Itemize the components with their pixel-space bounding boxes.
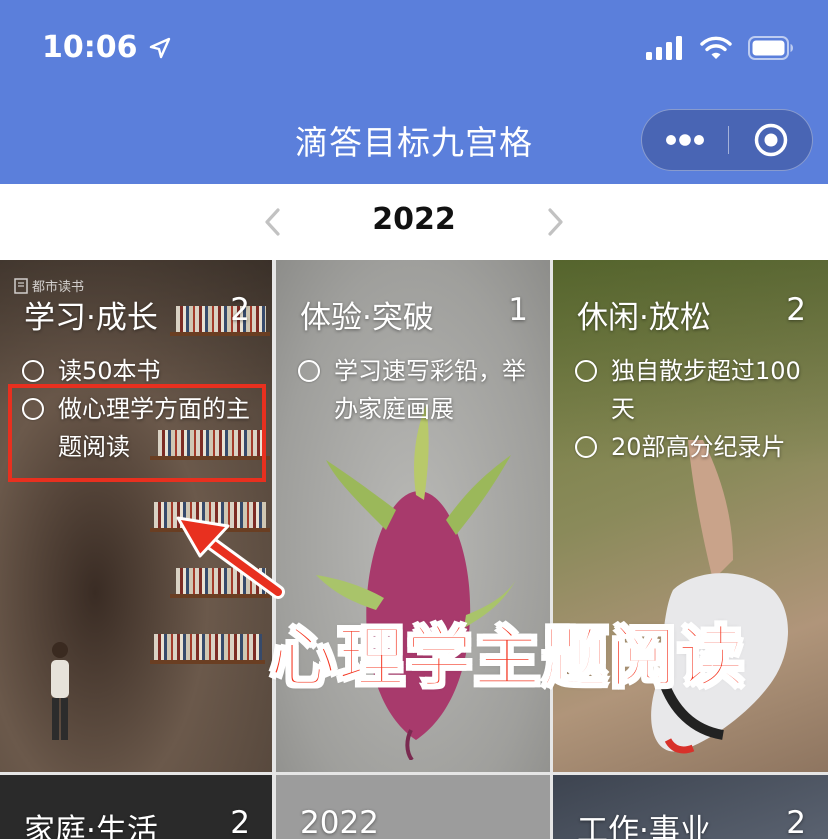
grid-cell-center-year[interactable]: 2022 — [276, 775, 550, 839]
time-label: 10:06 — [42, 30, 138, 65]
running-shoe-illustration — [651, 440, 788, 754]
wifi-icon — [700, 36, 732, 59]
center-year-label: 2022 — [300, 805, 379, 839]
dragon-fruit-illustration — [316, 405, 516, 760]
reader-figure-illustration — [51, 642, 69, 740]
goal-text: 读50本书 — [58, 357, 161, 385]
goal-count: 2 — [786, 805, 806, 839]
app-root: 10:06 滴答目标九宫格 2022 都市读书 学习·成长 2 读50本书 做心… — [0, 0, 828, 839]
grid-cell-family[interactable]: 家庭·生活 2 — [0, 775, 272, 839]
status-time: 10:06 — [42, 30, 172, 65]
goal-list: 读50本书 做心理学方面的主题阅读 — [22, 352, 262, 466]
target-circle-icon — [754, 123, 788, 157]
bookshelf-decoration — [170, 594, 270, 598]
grid-cell-career[interactable]: 工作·事业 2 — [553, 775, 828, 839]
goal-count: 2 — [230, 292, 250, 328]
year-selector: 2022 — [0, 184, 828, 260]
battery-icon — [748, 36, 793, 60]
cell-title: 家庭·生活 — [24, 813, 158, 839]
location-arrow-icon — [149, 37, 170, 58]
goal-item[interactable]: 做心理学方面的主题阅读 — [22, 390, 262, 466]
more-dots-icon — [666, 134, 704, 146]
books-decoration — [154, 502, 266, 528]
goal-item[interactable]: 独自散步超过100天 — [575, 352, 814, 428]
mini-program-capsule — [641, 109, 813, 171]
bookshelf-decoration — [170, 332, 270, 336]
goal-list: 独自散步超过100天 20部高分纪录片 — [575, 352, 814, 466]
grid-cell-learning[interactable]: 都市读书 学习·成长 2 读50本书 做心理学方面的主题阅读 — [0, 260, 272, 772]
goal-checkbox[interactable] — [575, 436, 597, 458]
goal-grid: 都市读书 学习·成长 2 读50本书 做心理学方面的主题阅读 体验·突破 1 学… — [0, 260, 828, 839]
chevron-right-icon — [548, 208, 563, 236]
cell-title: 学习·成长 — [24, 300, 158, 336]
goal-count: 2 — [786, 292, 806, 328]
goal-checkbox[interactable] — [22, 398, 44, 420]
current-year: 2022 — [372, 202, 456, 237]
goal-list: 学习速写彩铅，举办家庭画展 — [298, 352, 536, 428]
books-decoration — [176, 568, 266, 594]
goal-text: 学习速写彩铅，举办家庭画展 — [334, 357, 526, 423]
next-year-button[interactable] — [541, 206, 571, 238]
goal-count: 1 — [508, 292, 528, 328]
goal-item[interactable]: 读50本书 — [22, 352, 262, 390]
goal-checkbox[interactable] — [22, 360, 44, 382]
status-indicators — [646, 36, 794, 60]
goal-text: 独自散步超过100天 — [611, 357, 801, 423]
grid-cell-experience[interactable]: 体验·突破 1 学习速写彩铅，举办家庭画展 — [276, 260, 550, 772]
header: 10:06 滴答目标九宫格 — [0, 0, 828, 184]
goal-text: 做心理学方面的主题阅读 — [58, 395, 250, 461]
grid-cell-leisure[interactable]: 休闲·放松 2 独自散步超过100天 20部高分纪录片 — [553, 260, 828, 772]
goal-item[interactable]: 学习速写彩铅，举办家庭画展 — [298, 352, 536, 428]
bookshelf-decoration — [150, 660, 265, 664]
cell-title: 工作·事业 — [577, 813, 711, 839]
goal-checkbox[interactable] — [298, 360, 320, 382]
goal-item[interactable]: 20部高分纪录片 — [575, 428, 814, 466]
cell-title: 体验·突破 — [300, 300, 434, 336]
bookshelf-decoration — [150, 528, 270, 532]
goal-text: 20部高分纪录片 — [611, 433, 786, 461]
goal-checkbox[interactable] — [575, 360, 597, 382]
close-miniprogram-button[interactable] — [728, 110, 814, 170]
books-decoration — [154, 634, 262, 660]
more-button[interactable] — [642, 110, 728, 170]
books-decoration — [176, 306, 266, 332]
goal-count: 2 — [230, 805, 250, 839]
cellular-signal-icon — [646, 36, 682, 60]
cell-title: 休闲·放松 — [577, 300, 711, 336]
